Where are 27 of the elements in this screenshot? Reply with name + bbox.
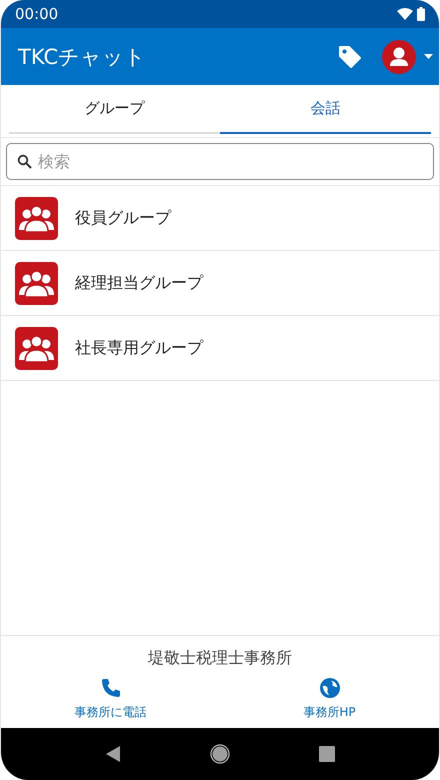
avatar-icon[interactable] [382, 40, 416, 74]
status-time: 00:00 [15, 5, 58, 23]
footer-link[interactable]: 事務所HP [220, 677, 439, 722]
office-name: 堤敬士税理士事務所 [148, 648, 292, 669]
group-icon [15, 262, 58, 304]
group-icon [15, 326, 58, 370]
group-name: 経理担当グループ [75, 272, 203, 294]
globe-icon [320, 678, 340, 698]
footer-link[interactable]: 事務所に電話 [1, 677, 220, 722]
group-item[interactable]: 役員グループ [1, 186, 439, 251]
battery-icon [417, 7, 425, 21]
tag-icon[interactable] [338, 44, 362, 68]
app-title: TKCチャット [18, 44, 148, 70]
group-name: 社長専用グループ [75, 338, 203, 358]
group-icon [15, 196, 58, 240]
tab[interactable]: 会話 [220, 85, 431, 134]
back-icon[interactable] [105, 746, 122, 762]
group-item[interactable]: 社長専用グループ [1, 316, 439, 381]
dropdown-caret-icon[interactable] [424, 54, 433, 59]
tab[interactable]: グループ [9, 85, 220, 134]
home-icon[interactable] [210, 744, 230, 764]
group-name: 役員グループ [75, 208, 171, 228]
phone-icon [100, 678, 120, 698]
group-item[interactable]: 経理担当グループ [1, 251, 439, 316]
wifi-icon [397, 8, 413, 20]
search-field[interactable]: 検索 [6, 143, 434, 180]
recents-icon[interactable] [318, 746, 335, 762]
